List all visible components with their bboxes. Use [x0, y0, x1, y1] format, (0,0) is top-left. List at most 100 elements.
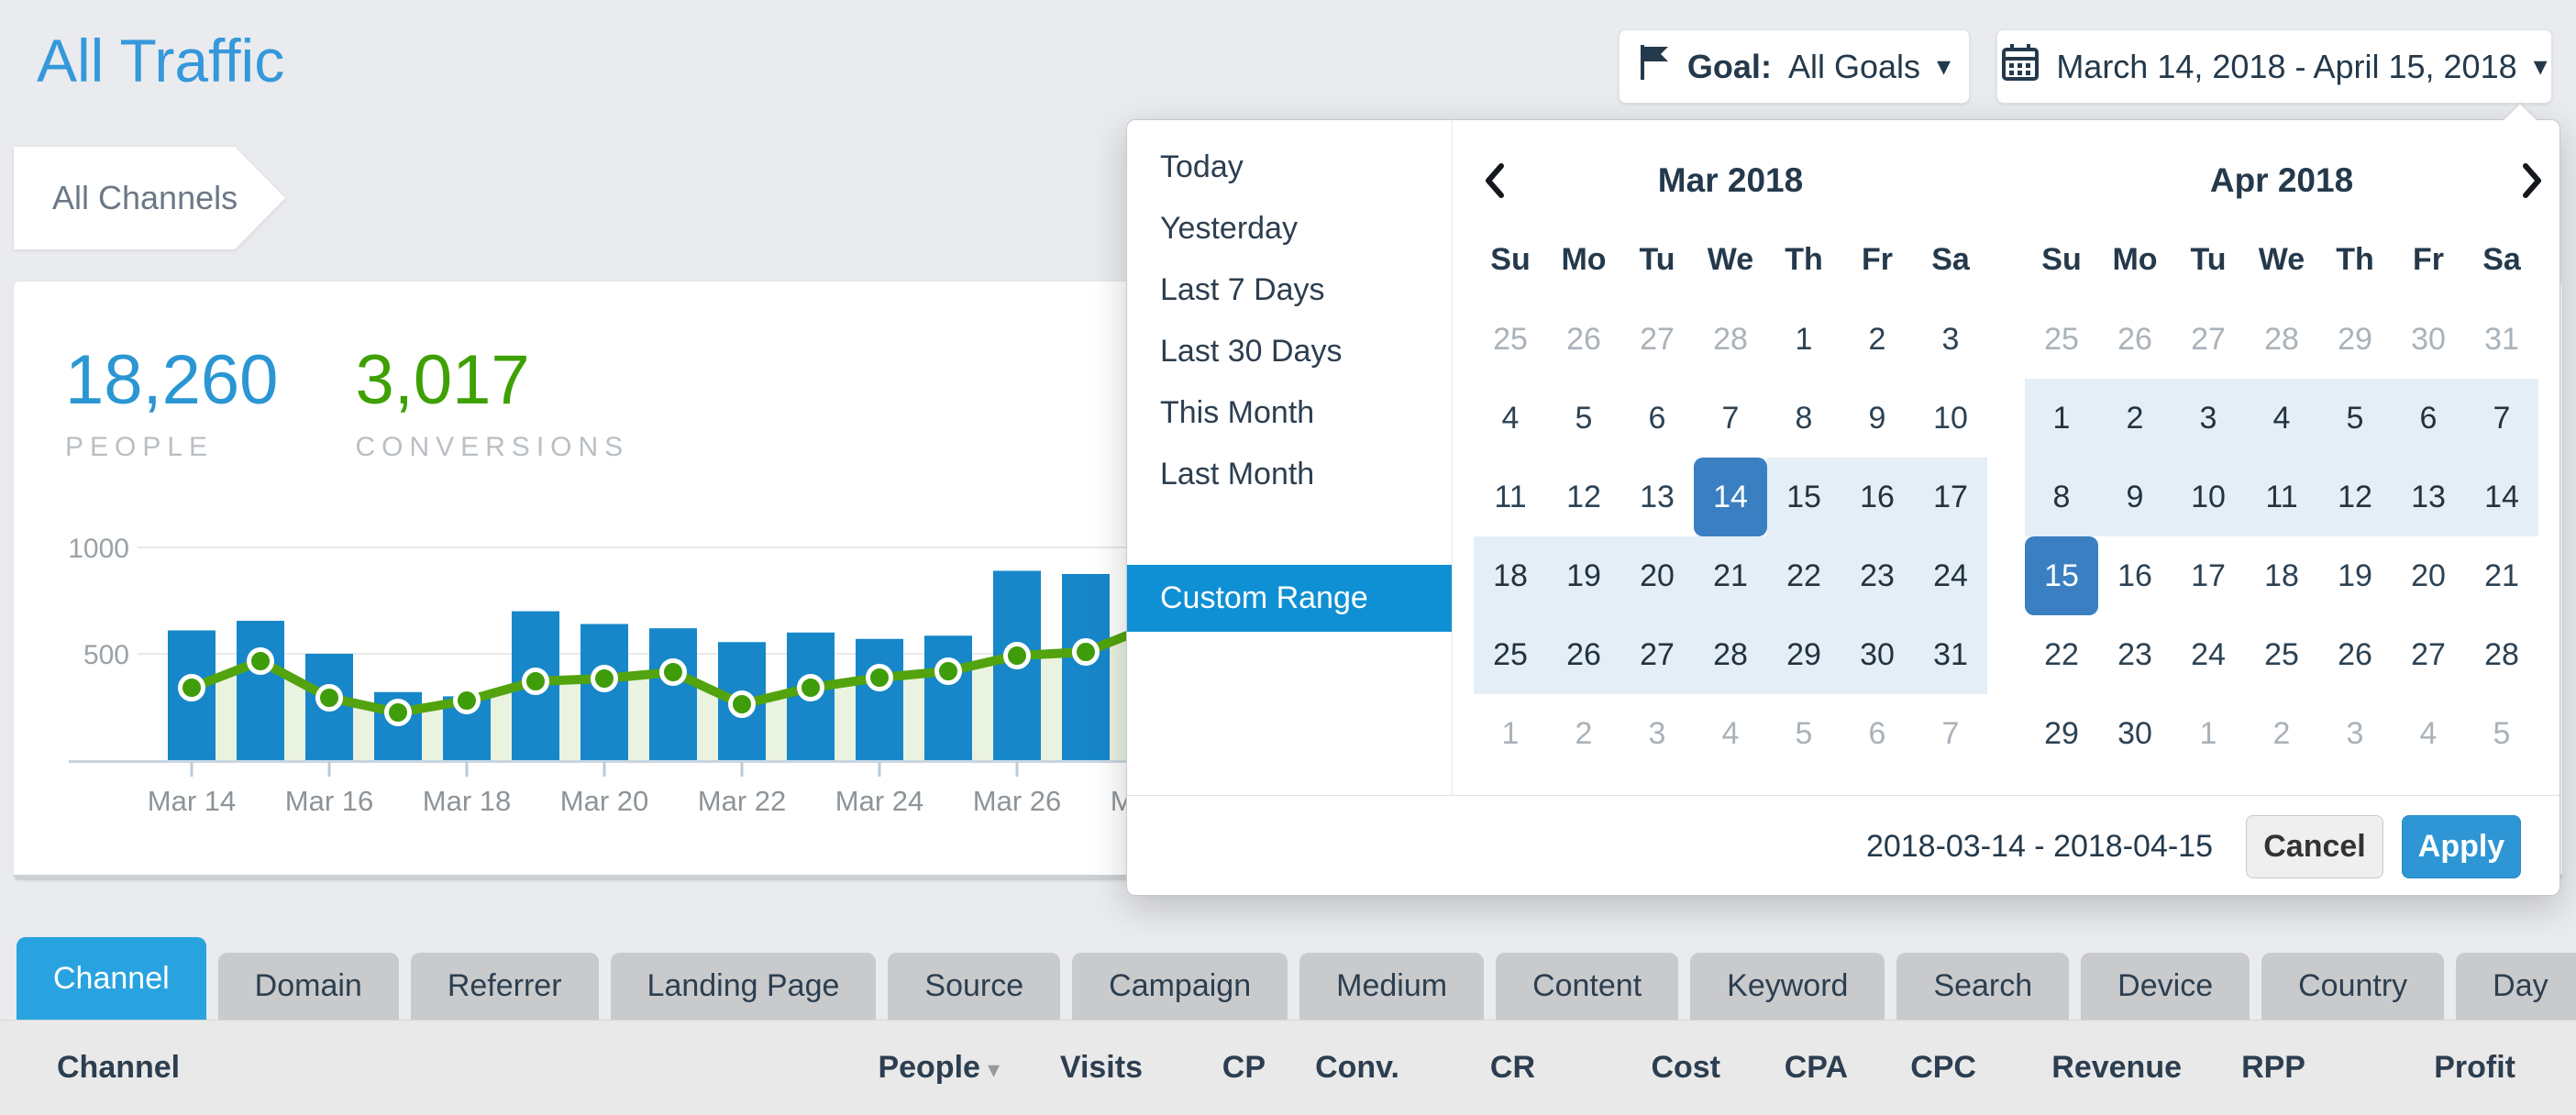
day-cell[interactable]: 1 [2172, 694, 2245, 773]
day-cell[interactable]: 6 [1620, 379, 1694, 458]
day-cell[interactable]: 17 [1914, 458, 1987, 536]
tab-day[interactable]: Day [2456, 953, 2576, 1020]
day-cell[interactable]: 21 [1694, 536, 1767, 615]
day-cell[interactable]: 3 [1620, 694, 1694, 773]
day-cell[interactable]: 14 [2465, 458, 2538, 536]
day-cell[interactable]: 15 [1767, 458, 1841, 536]
day-cell[interactable]: 3 [2318, 694, 2392, 773]
preset-last-30-days[interactable]: Last 30 Days [1127, 321, 1452, 382]
tab-country[interactable]: Country [2261, 953, 2444, 1020]
day-cell[interactable]: 18 [2245, 536, 2318, 615]
day-cell[interactable]: 11 [2245, 458, 2318, 536]
day-cell[interactable]: 2 [1547, 694, 1620, 773]
day-cell[interactable]: 7 [1694, 379, 1767, 458]
date-range-button[interactable]: March 14, 2018 - April 15, 2018 ▾ [1996, 29, 2552, 104]
preset-today[interactable]: Today [1127, 137, 1452, 198]
day-cell[interactable]: 29 [2025, 694, 2098, 773]
apply-button[interactable]: Apply [2402, 815, 2521, 878]
column-header-visits[interactable]: Visits [1000, 1050, 1143, 1086]
preset-custom-range[interactable]: Custom Range [1127, 565, 1452, 632]
conversions-marker[interactable] [181, 677, 204, 700]
day-cell[interactable]: 28 [1694, 300, 1767, 379]
day-cell[interactable]: 17 [2172, 536, 2245, 615]
tab-domain[interactable]: Domain [218, 953, 399, 1020]
day-cell[interactable]: 26 [2318, 615, 2392, 694]
conversions-marker[interactable] [318, 687, 341, 710]
tab-landing-page[interactable]: Landing Page [611, 953, 877, 1020]
column-header-cpa[interactable]: CPA [1720, 1050, 1848, 1086]
tab-referrer[interactable]: Referrer [411, 953, 599, 1020]
day-cell[interactable]: 31 [1914, 615, 1987, 694]
day-cell-selected[interactable]: 15 [2025, 536, 2098, 615]
day-cell[interactable]: 30 [1841, 615, 1914, 694]
day-cell[interactable]: 25 [1474, 300, 1547, 379]
chevron-right-icon[interactable] [2520, 160, 2544, 205]
day-cell[interactable]: 5 [2318, 379, 2392, 458]
day-cell[interactable]: 22 [2025, 615, 2098, 694]
day-cell[interactable]: 1 [2025, 379, 2098, 458]
day-cell[interactable]: 12 [1547, 458, 1620, 536]
column-header-revenue[interactable]: Revenue [1976, 1050, 2182, 1086]
day-cell[interactable]: 4 [2392, 694, 2465, 773]
conversions-marker[interactable] [868, 667, 891, 690]
day-cell[interactable]: 21 [2465, 536, 2538, 615]
conversions-marker[interactable] [593, 668, 616, 690]
day-cell[interactable]: 27 [2392, 615, 2465, 694]
conversions-marker[interactable] [1075, 641, 1098, 664]
day-cell[interactable]: 2 [1841, 300, 1914, 379]
goal-selector-button[interactable]: Goal: All Goals ▾ [1619, 29, 1970, 104]
day-cell[interactable]: 31 [2465, 300, 2538, 379]
day-cell[interactable]: 28 [1694, 615, 1767, 694]
day-cell[interactable]: 24 [2172, 615, 2245, 694]
preset-last-7-days[interactable]: Last 7 Days [1127, 259, 1452, 321]
column-header-channel[interactable]: Channel [57, 1050, 798, 1086]
conversions-marker[interactable] [800, 677, 823, 700]
tab-keyword[interactable]: Keyword [1690, 953, 1885, 1020]
day-cell[interactable]: 23 [2098, 615, 2172, 694]
column-header-profit[interactable]: Profit [2305, 1050, 2515, 1086]
breadcrumb-all-channels[interactable]: All Channels [14, 147, 285, 249]
conversions-marker[interactable] [937, 660, 960, 683]
day-cell[interactable]: 5 [1767, 694, 1841, 773]
day-cell[interactable]: 13 [1620, 458, 1694, 536]
day-cell[interactable]: 1 [1474, 694, 1547, 773]
preset-this-month[interactable]: This Month [1127, 382, 1452, 444]
day-cell[interactable]: 10 [2172, 458, 2245, 536]
day-cell[interactable]: 18 [1474, 536, 1547, 615]
people-bar[interactable] [1062, 574, 1110, 760]
tab-source[interactable]: Source [888, 953, 1060, 1020]
conversions-marker[interactable] [249, 650, 272, 673]
day-cell[interactable]: 30 [2098, 694, 2172, 773]
day-cell[interactable]: 3 [1914, 300, 1987, 379]
column-header-conv-[interactable]: Conv. [1266, 1050, 1399, 1086]
column-header-cost[interactable]: Cost [1535, 1050, 1720, 1086]
conversions-marker[interactable] [387, 701, 410, 724]
conversions-marker[interactable] [662, 661, 685, 684]
day-cell[interactable]: 4 [2245, 379, 2318, 458]
people-bar[interactable] [856, 639, 903, 760]
day-cell[interactable]: 24 [1914, 536, 1987, 615]
day-cell[interactable]: 13 [2392, 458, 2465, 536]
day-cell[interactable]: 26 [1547, 300, 1620, 379]
day-cell[interactable]: 6 [1841, 694, 1914, 773]
people-bar[interactable] [237, 621, 284, 760]
day-cell[interactable]: 10 [1914, 379, 1987, 458]
day-cell[interactable]: 9 [1841, 379, 1914, 458]
day-cell[interactable]: 19 [2318, 536, 2392, 615]
day-cell[interactable]: 27 [2172, 300, 2245, 379]
conversions-marker[interactable] [456, 690, 479, 712]
preset-yesterday[interactable]: Yesterday [1127, 198, 1452, 259]
people-bar[interactable] [649, 628, 697, 760]
column-header-cr[interactable]: CR [1399, 1050, 1535, 1086]
day-cell[interactable]: 25 [1474, 615, 1547, 694]
day-cell[interactable]: 29 [1767, 615, 1841, 694]
column-header-rpp[interactable]: RPP [2182, 1050, 2305, 1086]
tab-device[interactable]: Device [2081, 953, 2250, 1020]
conversions-marker[interactable] [525, 670, 547, 693]
tab-campaign[interactable]: Campaign [1072, 953, 1288, 1020]
cancel-button[interactable]: Cancel [2246, 815, 2383, 878]
day-cell[interactable]: 8 [2025, 458, 2098, 536]
day-cell[interactable]: 16 [1841, 458, 1914, 536]
day-cell[interactable]: 4 [1694, 694, 1767, 773]
tab-channel[interactable]: Channel [17, 937, 206, 1020]
